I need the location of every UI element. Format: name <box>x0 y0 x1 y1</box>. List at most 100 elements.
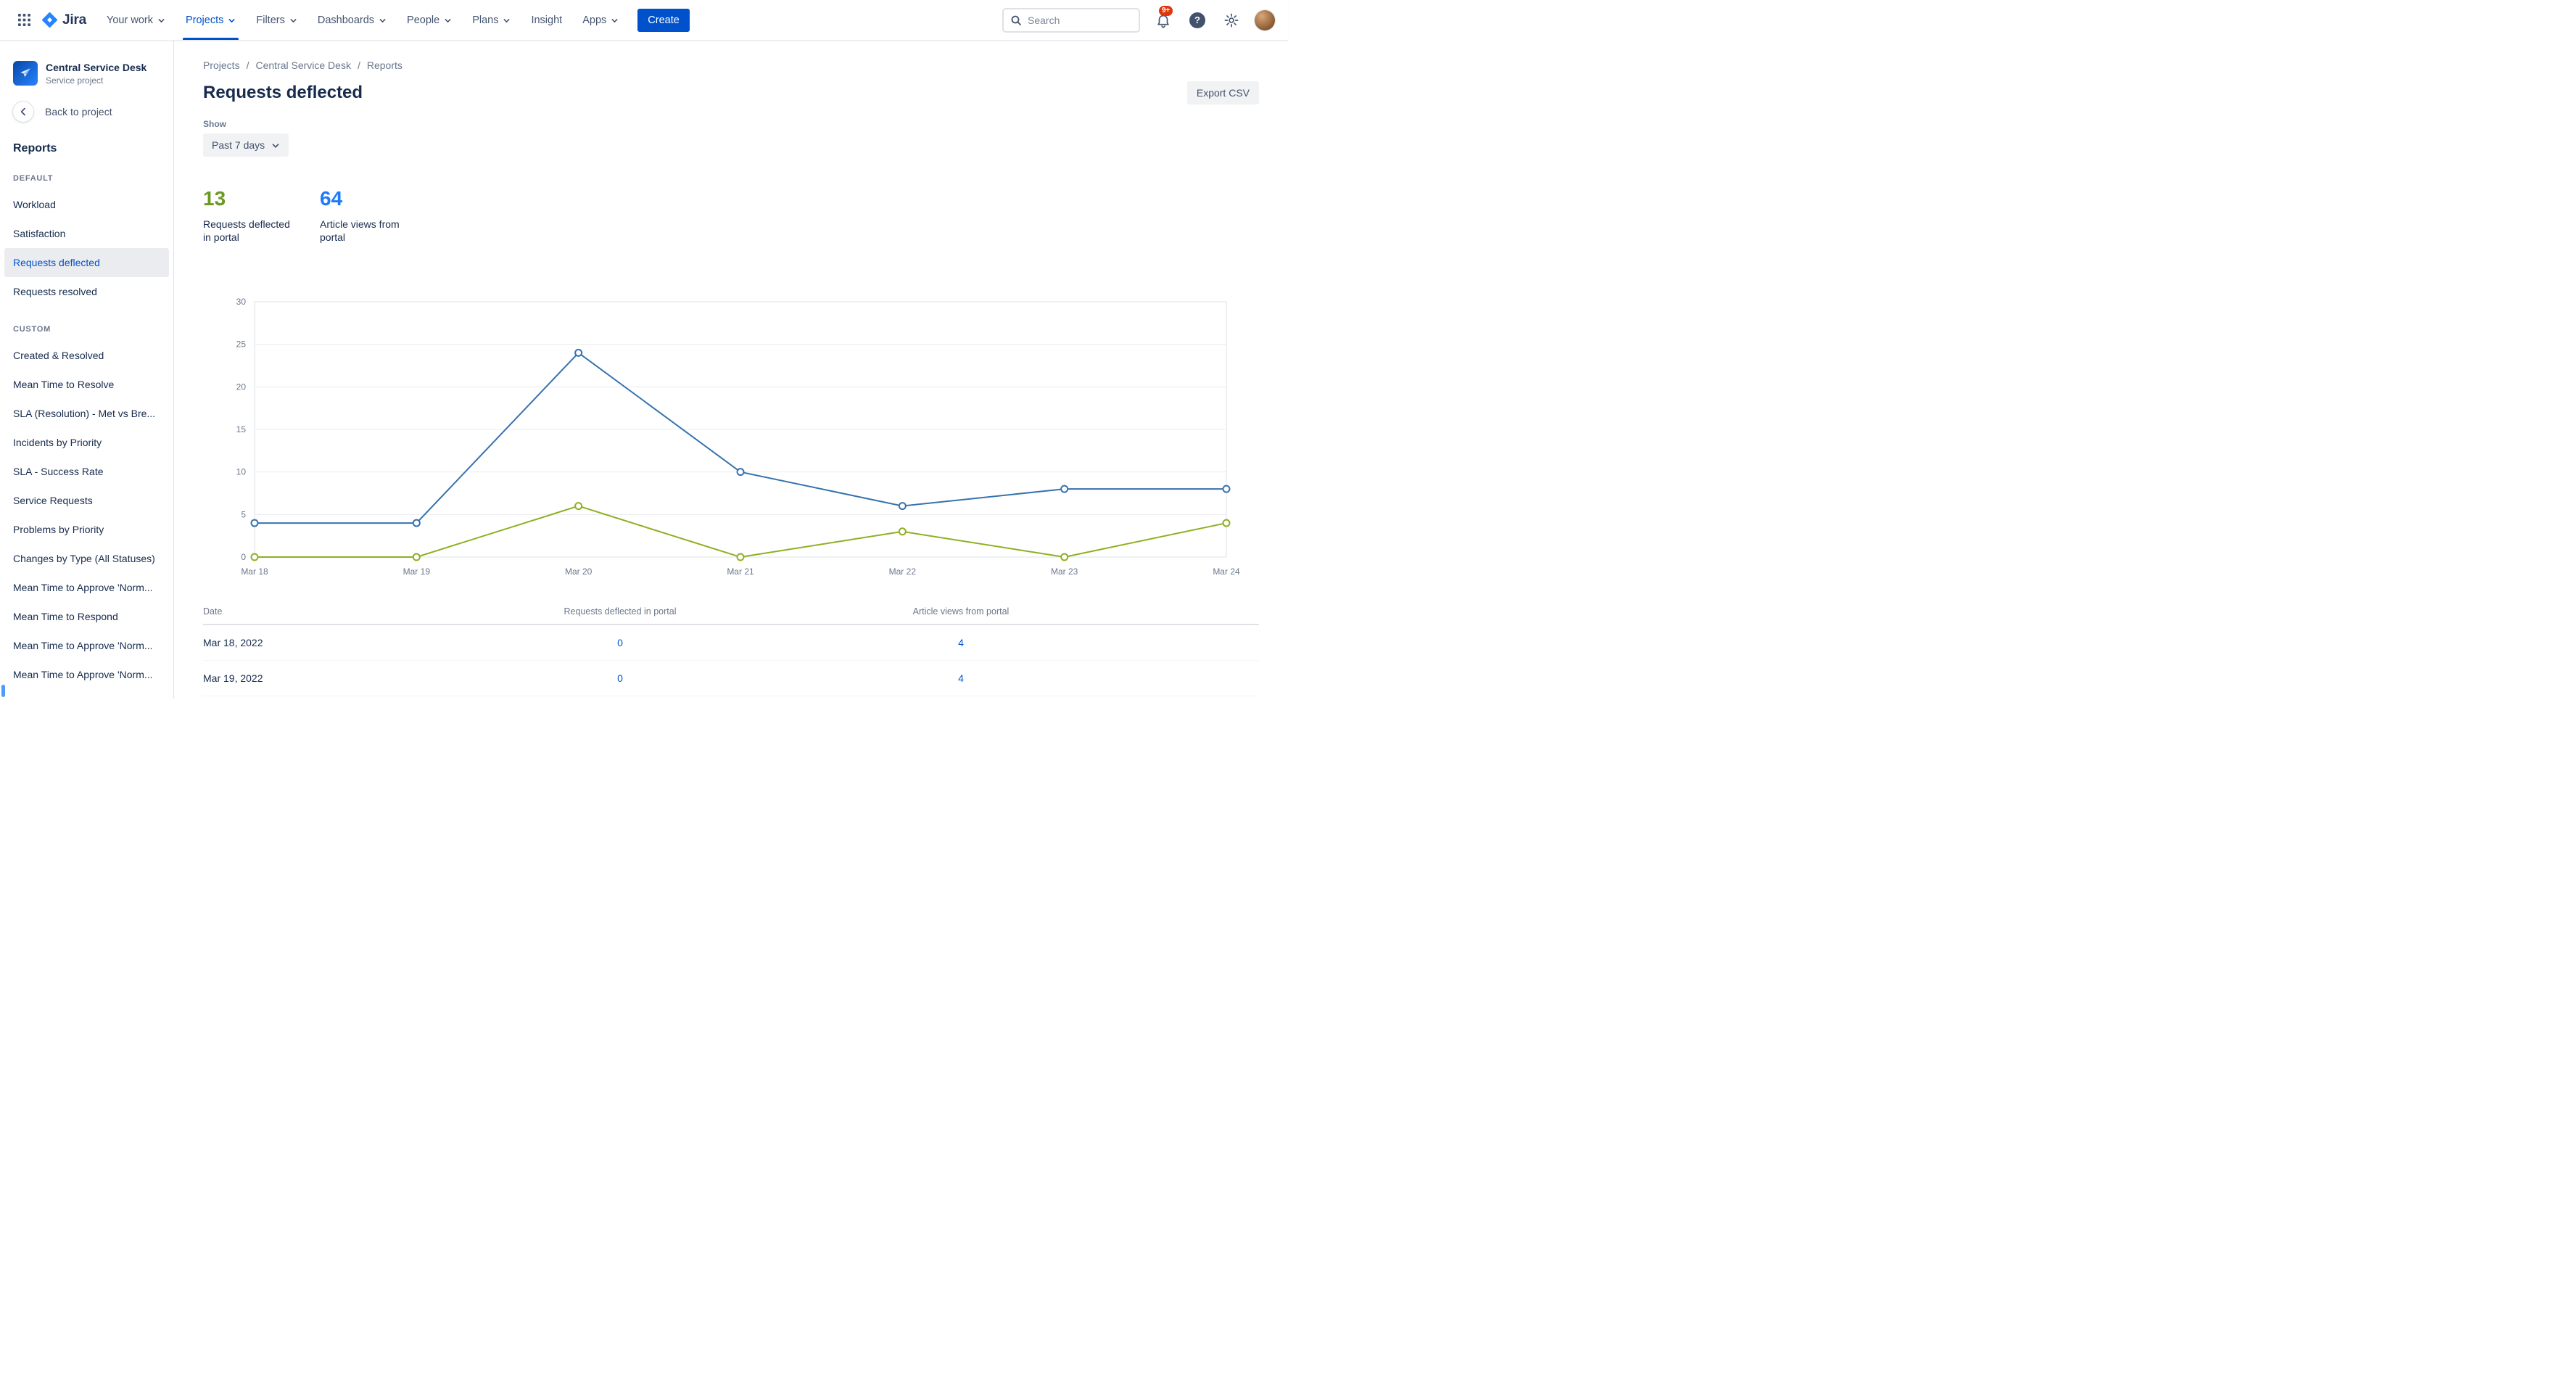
sidebar-scrollbar-thumb[interactable] <box>1 685 5 697</box>
chevron-down-icon <box>271 141 280 150</box>
export-csv-button[interactable]: Export CSV <box>1186 81 1259 104</box>
sidebar-item-service-requests[interactable]: Service Requests <box>4 486 169 515</box>
nav-item-label: Dashboards <box>317 14 375 26</box>
sidebar-item-label: Changes by Type (All Statuses) <box>13 553 155 564</box>
sidebar-item-label: SLA (Resolution) - Met vs Bre... <box>13 408 156 419</box>
page-title: Requests deflected <box>203 83 363 102</box>
date-range-value: Past 7 days <box>212 139 265 151</box>
breadcrumb-separator: / <box>357 59 360 71</box>
table-row: Mar 18, 2022 0 4 <box>203 625 1259 661</box>
sidebar-item-label: Mean Time to Approve 'Norm... <box>13 582 153 593</box>
sidebar-item-label: Requests deflected <box>13 257 100 268</box>
chevron-down-icon <box>444 17 452 25</box>
nav-item-insight[interactable]: Insight <box>521 0 572 40</box>
back-to-project-label: Back to project <box>45 106 112 118</box>
help-button[interactable]: ? <box>1186 9 1208 31</box>
sidebar-report-list: DEFAULT Workload Satisfaction Requests defl… <box>0 155 173 689</box>
nav-item-dashboards[interactable]: Dashboards <box>307 0 397 40</box>
jira-logo[interactable]: Jira <box>38 12 96 28</box>
top-navigation: Jira Your work Projects Filters Dashboards P… <box>0 0 1288 41</box>
app-grid-icon <box>17 14 30 26</box>
nav-item-apps[interactable]: Apps <box>572 0 629 40</box>
sidebar-item-mean-time-to-approve-norm[interactable]: Mean Time to Approve 'Norm... <box>4 631 169 660</box>
sidebar-item-requests-deflected[interactable]: Requests deflected <box>4 248 169 277</box>
nav-item-your-work[interactable]: Your work <box>96 0 176 40</box>
stat-value: 64 <box>320 187 343 210</box>
column-header-article-views-from-portal: Article views from portal <box>912 606 1010 617</box>
notifications-button[interactable]: 9+ <box>1152 5 1174 31</box>
date-range-dropdown[interactable]: Past 7 days <box>203 133 289 157</box>
app-switcher-button[interactable] <box>13 9 35 31</box>
chevron-down-icon <box>379 17 387 25</box>
svg-text:20: 20 <box>236 382 247 392</box>
sidebar-section-title: Reports <box>13 142 57 154</box>
nav-item-projects[interactable]: Projects <box>176 0 246 40</box>
cell-date: Mar 18, 2022 <box>203 637 263 648</box>
svg-text:25: 25 <box>236 339 247 350</box>
sidebar-item-label: Workload <box>13 199 56 210</box>
nav-item-plans[interactable]: Plans <box>462 0 521 40</box>
svg-text:Mar 18: Mar 18 <box>241 566 268 577</box>
nav-item-label: Apps <box>582 14 607 26</box>
svg-text:Mar 23: Mar 23 <box>1051 566 1078 577</box>
show-label: Show <box>203 119 226 129</box>
svg-text:30: 30 <box>236 297 247 307</box>
search-input[interactable] <box>1028 14 1132 26</box>
search-icon <box>1010 15 1022 26</box>
stat-value: 13 <box>203 187 226 210</box>
breadcrumb-link-central-service-desk[interactable]: Central Service Desk <box>255 59 351 71</box>
svg-text:Mar 24: Mar 24 <box>1213 566 1240 577</box>
svg-text:Mar 21: Mar 21 <box>727 566 754 577</box>
cell-article-views-link[interactable]: 4 <box>790 637 1131 648</box>
global-search[interactable] <box>1002 7 1140 33</box>
sidebar-item-label: Problems by Priority <box>13 524 104 535</box>
breadcrumb-link-reports[interactable]: Reports <box>367 59 402 71</box>
user-avatar[interactable] <box>1255 9 1275 30</box>
sidebar-item-label: Created & Resolved <box>13 350 104 361</box>
project-title-block: Central Service Desk Service project <box>46 62 146 86</box>
sidebar-item-changes-by-type-all-statuses[interactable]: Changes by Type (All Statuses) <box>4 544 169 573</box>
summary-stats: 13 Requests deflected in portal 64 Article … <box>203 187 1259 244</box>
deflection-line-chart: 0 5 10 15 20 25 30 Mar 18 Mar 19 Mar 20 Mar 21 Mar … <box>203 292 1259 580</box>
project-avatar-rocket-icon <box>13 61 38 86</box>
back-arrow-icon <box>13 102 33 122</box>
column-header-requests-deflected-in-portal: Requests deflected in portal <box>564 606 677 617</box>
nav-item-label: Filters <box>256 14 285 26</box>
nav-item-label: Projects <box>185 14 224 26</box>
back-to-project-button[interactable]: Back to project <box>0 93 173 131</box>
sidebar-item-created-resolved[interactable]: Created & Resolved <box>4 341 169 370</box>
breadcrumb: Projects / Central Service Desk / Reports <box>203 59 1259 71</box>
create-button[interactable]: Create <box>637 8 690 32</box>
sidebar-item-mean-time-to-respond[interactable]: Mean Time to Respond <box>4 602 169 631</box>
svg-text:Mar 20: Mar 20 <box>565 566 593 577</box>
chevron-down-icon <box>228 17 236 25</box>
sidebar-item-problems-by-priority[interactable]: Problems by Priority <box>4 515 169 544</box>
sidebar-item-sla-success-rate[interactable]: SLA - Success Rate <box>4 457 169 486</box>
page-header-row: Requests deflected Export CSV <box>203 81 1259 104</box>
sidebar-item-label: Satisfaction <box>13 228 66 239</box>
nav-item-filters[interactable]: Filters <box>246 0 307 40</box>
sidebar-item-workload[interactable]: Workload <box>4 190 169 219</box>
chevron-down-icon <box>503 17 511 25</box>
sidebar-item-incidents-by-priority[interactable]: Incidents by Priority <box>4 428 169 457</box>
sidebar-item-label: Mean Time to Approve 'Norm... <box>13 669 153 680</box>
breadcrumb-link-projects[interactable]: Projects <box>203 59 240 71</box>
sidebar-item-mean-time-to-approve-norm[interactable]: Mean Time to Approve 'Norm... <box>4 660 169 689</box>
sidebar-item-sla-resolution-met-vs-bre[interactable]: SLA (Resolution) - Met vs Bre... <box>4 399 169 428</box>
sidebar-item-mean-time-to-resolve[interactable]: Mean Time to Resolve <box>4 370 169 399</box>
cell-requests-deflected-link[interactable]: 0 <box>450 637 790 648</box>
svg-text:Mar 22: Mar 22 <box>889 566 917 577</box>
primary-nav: Your work Projects Filters Dashboards People… <box>96 0 629 40</box>
nav-item-people[interactable]: People <box>397 0 462 40</box>
svg-text:10: 10 <box>236 467 247 477</box>
cell-requests-deflected-link[interactable]: 0 <box>450 672 790 684</box>
project-header: Central Service Desk Service project <box>0 58 173 93</box>
main-content: Projects / Central Service Desk / Reports Re… <box>174 41 1288 698</box>
sidebar-item-mean-time-to-approve-norm[interactable]: Mean Time to Approve 'Norm... <box>4 573 169 602</box>
settings-button[interactable] <box>1221 9 1242 31</box>
cell-article-views-link[interactable]: 4 <box>790 672 1131 684</box>
sidebar-item-satisfaction[interactable]: Satisfaction <box>4 219 169 248</box>
svg-text:5: 5 <box>241 509 246 519</box>
notification-badge: 9+ <box>1159 5 1173 16</box>
sidebar-item-requests-resolved[interactable]: Requests resolved <box>4 277 169 306</box>
